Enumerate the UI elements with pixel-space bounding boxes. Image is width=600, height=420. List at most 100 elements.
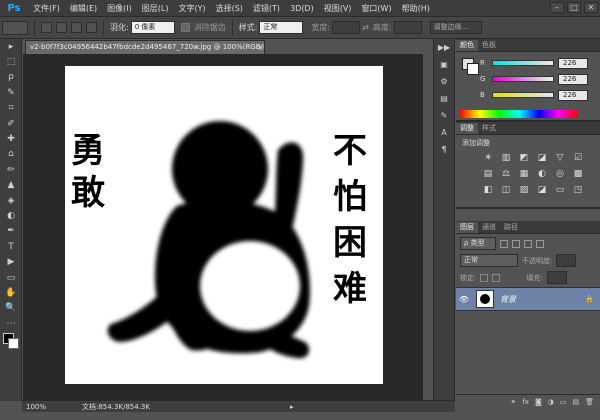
character-panel-icon[interactable]: Α	[434, 124, 454, 141]
new-adjustment-icon[interactable]: ◑	[548, 398, 554, 406]
green-value-input[interactable]: 226	[558, 73, 588, 85]
brush-tool-icon[interactable]: ✏	[0, 162, 22, 177]
more-tools-icon[interactable]: ⋯	[0, 316, 22, 331]
lock-pixels-icon[interactable]	[480, 273, 489, 282]
posterize-icon[interactable]: ◫	[500, 184, 512, 196]
tab-paths[interactable]: 路径	[500, 222, 522, 233]
filter-type-icon[interactable]	[524, 239, 532, 248]
red-value-input[interactable]: 226	[558, 57, 588, 69]
eraser-tool-icon[interactable]: ▲	[0, 178, 22, 193]
layer-name[interactable]: 背景	[500, 294, 516, 305]
subtract-selection-icon[interactable]	[71, 22, 82, 33]
actions-panel-icon[interactable]: ⚙	[434, 73, 454, 90]
blue-slider[interactable]	[492, 92, 554, 98]
status-menu-arrow-icon[interactable]: ▸	[290, 403, 294, 411]
properties-panel-icon[interactable]: ▤	[434, 90, 454, 107]
zoom-tool-icon[interactable]: 🔍	[0, 301, 22, 316]
add-mask-icon[interactable]: ◙	[535, 398, 542, 406]
dodge-tool-icon[interactable]: ◐	[0, 208, 22, 223]
threshold-icon[interactable]: ▨	[518, 184, 530, 196]
refine-edge-button[interactable]: 调整边缘...	[429, 21, 482, 34]
color-lookup-icon[interactable]: ▩	[572, 168, 584, 180]
gradient-tool-icon[interactable]: ◈	[0, 193, 22, 208]
delete-layer-icon[interactable]: 🗑	[585, 398, 594, 406]
new-layer-icon[interactable]: ▤	[572, 398, 579, 406]
path-select-tool-icon[interactable]: ▶	[0, 254, 22, 269]
red-slider[interactable]	[492, 60, 554, 66]
brightness-icon[interactable]: ☀	[482, 152, 494, 164]
green-slider[interactable]	[492, 76, 554, 82]
height-input[interactable]	[393, 21, 422, 34]
lock-position-icon[interactable]	[492, 273, 501, 282]
gradient-map-icon[interactable]: ◪	[536, 184, 548, 196]
move-tool-icon[interactable]: ▸	[0, 39, 22, 54]
type-tool-icon[interactable]: T	[0, 239, 22, 254]
tab-adjustments[interactable]: 调整	[456, 123, 478, 134]
style-select[interactable]: 正常	[259, 21, 304, 34]
zoom-level[interactable]: 100%	[22, 403, 52, 411]
quick-select-tool-icon[interactable]: ✎	[0, 85, 22, 100]
selective-color-icon[interactable]: ▭	[554, 184, 566, 196]
blue-value-input[interactable]: 226	[558, 89, 588, 101]
levels-icon[interactable]: ▥	[500, 152, 512, 164]
eyedropper-tool-icon[interactable]: ✐	[0, 116, 22, 131]
fill-input[interactable]	[546, 271, 567, 284]
filter-adjust-icon[interactable]	[512, 239, 520, 248]
antialias-checkbox[interactable]	[180, 23, 190, 32]
minimize-button[interactable]: –	[550, 2, 564, 13]
lasso-tool-icon[interactable]: ρ	[0, 70, 22, 85]
menu-view[interactable]: 视图(V)	[319, 0, 357, 17]
menu-window[interactable]: 窗口(W)	[356, 0, 396, 17]
shape-tool-icon[interactable]: ▭	[0, 270, 22, 285]
menu-help[interactable]: 帮助(H)	[397, 0, 435, 17]
shadows-icon[interactable]: ◳	[572, 184, 584, 196]
swap-icon[interactable]: ⇄	[362, 23, 369, 32]
tool-preset-picker[interactable]	[2, 20, 28, 35]
close-tab-icon[interactable]: ×	[257, 41, 264, 54]
menu-file[interactable]: 文件(F)	[28, 0, 65, 17]
brush-panel-icon[interactable]: ✎	[434, 107, 454, 124]
invert-icon[interactable]: ◧	[482, 184, 494, 196]
width-input[interactable]	[332, 21, 361, 34]
history-panel-icon[interactable]: ▣	[434, 56, 454, 73]
intersect-selection-icon[interactable]	[86, 22, 97, 33]
black-white-icon[interactable]: ▦	[518, 168, 530, 180]
menu-select[interactable]: 选择(S)	[211, 0, 248, 17]
color-swatches[interactable]	[0, 331, 22, 353]
menu-edit[interactable]: 编辑(E)	[65, 0, 102, 17]
pen-tool-icon[interactable]: ✒	[0, 224, 22, 239]
add-selection-icon[interactable]	[56, 22, 67, 33]
tab-layers[interactable]: 图层	[456, 222, 478, 233]
collapse-panels-icon[interactable]: ▶▶	[434, 39, 454, 56]
layer-row-background[interactable]: 👁 背景 🔒	[456, 287, 600, 311]
tab-styles[interactable]: 样式	[478, 123, 500, 134]
menu-image[interactable]: 图像(I)	[102, 0, 137, 17]
layer-kind-select[interactable]: ρ 类型	[460, 237, 496, 250]
tab-color[interactable]: 颜色	[456, 40, 478, 51]
exposure-icon[interactable]: ◪	[536, 152, 548, 164]
blend-mode-select[interactable]: 正常	[460, 254, 518, 267]
document-tab[interactable]: v2-b0f7f3c04956442b47fbdcde2d495467_720w…	[25, 40, 265, 54]
tab-swatches[interactable]: 色板	[478, 40, 500, 51]
vibrance-icon[interactable]: ▽	[554, 152, 566, 164]
image-canvas[interactable]: 勇 敢 不 怕 困 难	[65, 66, 383, 384]
filter-pixel-icon[interactable]	[500, 239, 508, 248]
background-color-swatch[interactable]	[467, 63, 479, 75]
opacity-input[interactable]	[556, 254, 577, 267]
paragraph-panel-icon[interactable]: ¶	[434, 141, 454, 158]
hand-tool-icon[interactable]: ✋	[0, 285, 22, 300]
menu-layer[interactable]: 图层(L)	[137, 0, 174, 17]
maximize-button[interactable]: □	[567, 2, 581, 13]
link-layers-icon[interactable]: ⚭	[510, 398, 516, 406]
crop-tool-icon[interactable]: ⌗	[0, 101, 22, 116]
color-balance-icon[interactable]: ⚖	[500, 168, 512, 180]
curves-icon[interactable]: ◩	[518, 152, 530, 164]
new-selection-icon[interactable]	[41, 22, 52, 33]
layer-style-icon[interactable]: fx	[522, 398, 529, 406]
marquee-tool-icon[interactable]: ⬚	[0, 54, 22, 69]
feather-input[interactable]: 0 像素	[130, 21, 175, 34]
menu-filter[interactable]: 滤镜(T)	[248, 0, 285, 17]
photo-filter-icon[interactable]: ◐	[536, 168, 548, 180]
menu-type[interactable]: 文字(Y)	[173, 0, 210, 17]
selective-icon[interactable]: ☑	[572, 152, 584, 164]
